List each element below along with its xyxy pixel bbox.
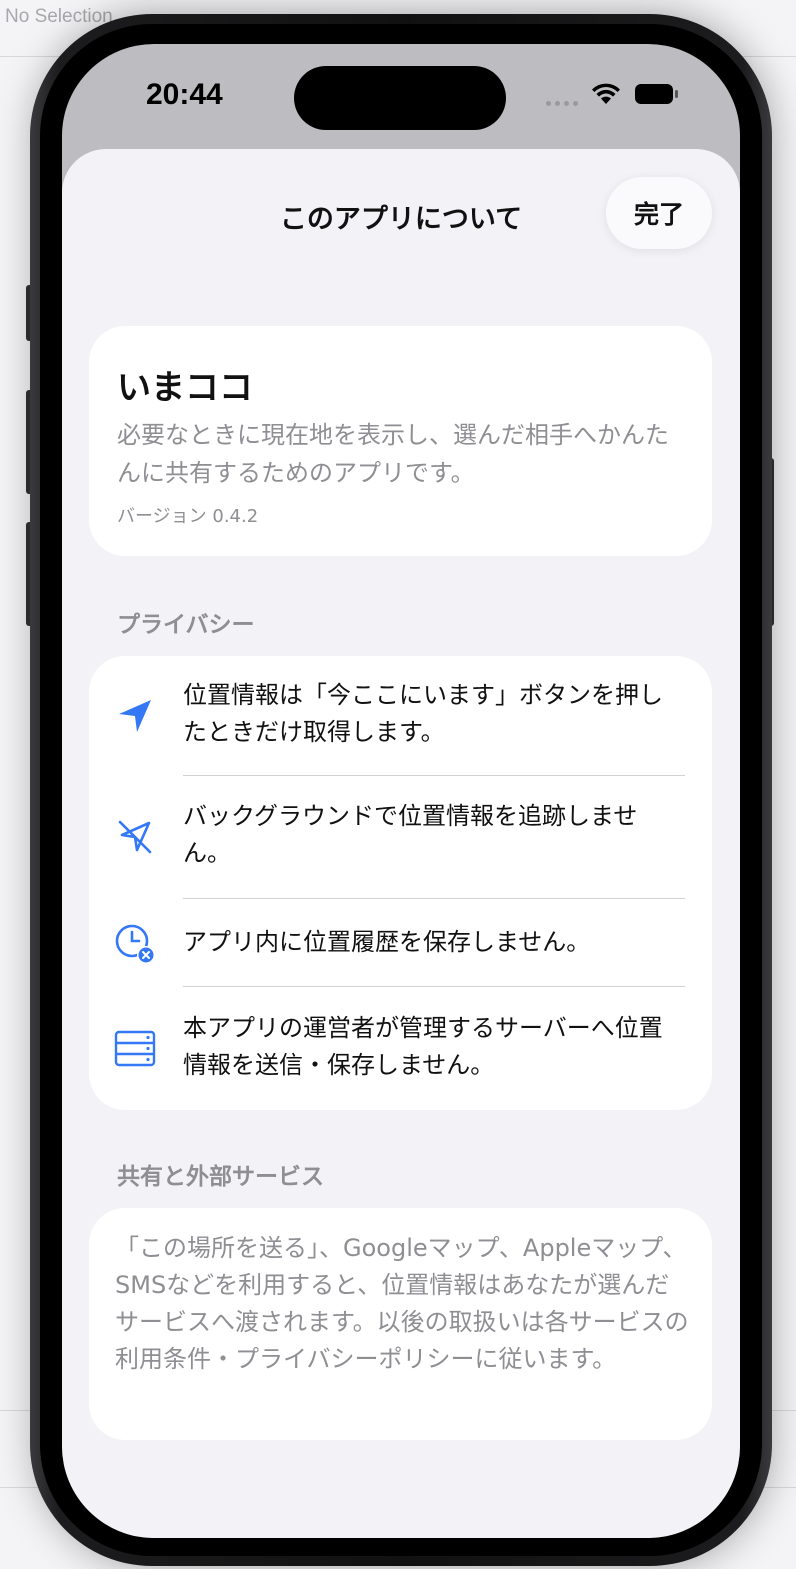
about-sheet: このアプリについて 完了 いまココ 必要なときに現在地を表示し、選んだ相手へかん… [62,149,740,1538]
privacy-item-text: 本アプリの運営者が管理するサーバーへ位置情報を送信・保存しません。 [183,1014,663,1079]
dynamic-island [294,66,506,130]
location-arrow-icon [119,700,151,732]
sharing-header: 共有と外部サービス [117,1164,324,1190]
privacy-item: 本アプリの運営者が管理するサーバーへ位置情報を送信・保存しません。 [89,987,712,1110]
privacy-card: 位置情報は「今ここにいます」ボタンを押したときだけ取得します。 バックグラウンド… [89,656,712,1110]
cellular-signal-icon [546,82,578,106]
privacy-item: アプリ内に位置履歴を保存しません。 [89,899,712,987]
location-slash-icon [118,820,152,854]
privacy-item-text: アプリ内に位置履歴を保存しません。 [183,928,591,956]
no-selection-label: No Selection [5,6,113,27]
done-button[interactable]: 完了 [606,177,712,249]
app-description: 必要なときに現在地を表示し、選んだ相手へかんたんに共有するためのアプリです。 [117,421,669,487]
privacy-item: 位置情報は「今ここにいます」ボタンを押したときだけ取得します。 [89,656,712,776]
status-icons [546,82,680,106]
clock-x-icon [115,924,155,964]
server-icon [114,1030,156,1067]
app-info-card: いまココ 必要なときに現在地を表示し、選んだ相手へかんたんに共有するためのアプリ… [89,326,712,556]
privacy-header: プライバシー [117,612,255,638]
app-version: バージョン 0.4.2 [117,506,259,527]
privacy-item-text: バックグラウンドで位置情報を追跡しません。 [183,802,638,867]
privacy-item-text: 位置情報は「今ここにいます」ボタンを押したときだけ取得します。 [183,681,663,746]
wifi-icon [592,83,620,104]
app-name: いまココ [117,368,253,408]
battery-icon [635,84,678,104]
status-time: 20:44 [146,78,223,111]
sharing-card: 「この場所を送る」、Googleマップ、Appleマップ、SMSなどを利用すると… [89,1208,712,1440]
privacy-item: バックグラウンドで位置情報を追跡しません。 [89,776,712,898]
sharing-text: 「この場所を送る」、Googleマップ、Appleマップ、SMSなどを利用すると… [115,1234,689,1373]
device-screen: 20:44 このアプリについて 完了 いまココ 必要なときに現在地を表示し、選ん… [62,44,740,1538]
